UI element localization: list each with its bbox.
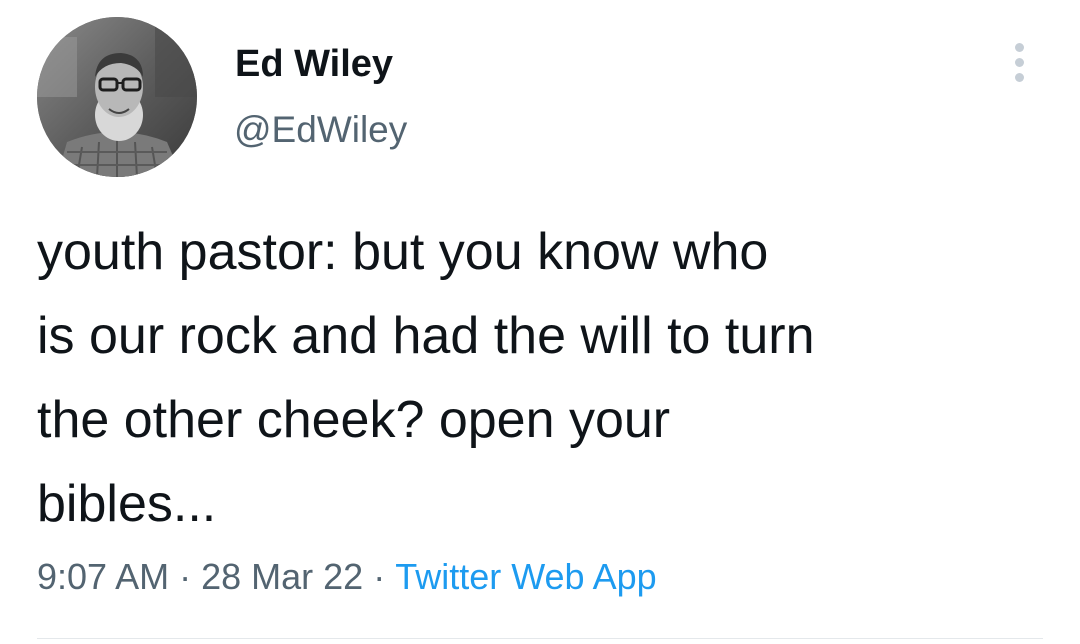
tweet-card: Ed Wiley @EdWiley youth pastor: but you … — [0, 0, 1080, 644]
meta-separator: · — [373, 556, 386, 597]
tweet-meta: 9:07 AM · 28 Mar 22 · Twitter Web App — [37, 552, 657, 602]
tweet-time[interactable]: 9:07 AM — [37, 556, 169, 597]
tweet-text: youth pastor: but you know who is our ro… — [37, 223, 815, 533]
tweet-date[interactable]: 28 Mar 22 — [201, 556, 363, 597]
tweet-source-link[interactable]: Twitter Web App — [395, 556, 656, 597]
author-avatar[interactable] — [37, 17, 197, 177]
meta-separator: · — [179, 556, 192, 597]
more-options-icon[interactable] — [1000, 40, 1040, 84]
author-name[interactable]: Ed Wiley — [235, 40, 393, 88]
author-handle[interactable]: @EdWiley — [234, 106, 407, 154]
avatar-photo-icon — [37, 17, 197, 177]
divider — [37, 638, 1043, 639]
